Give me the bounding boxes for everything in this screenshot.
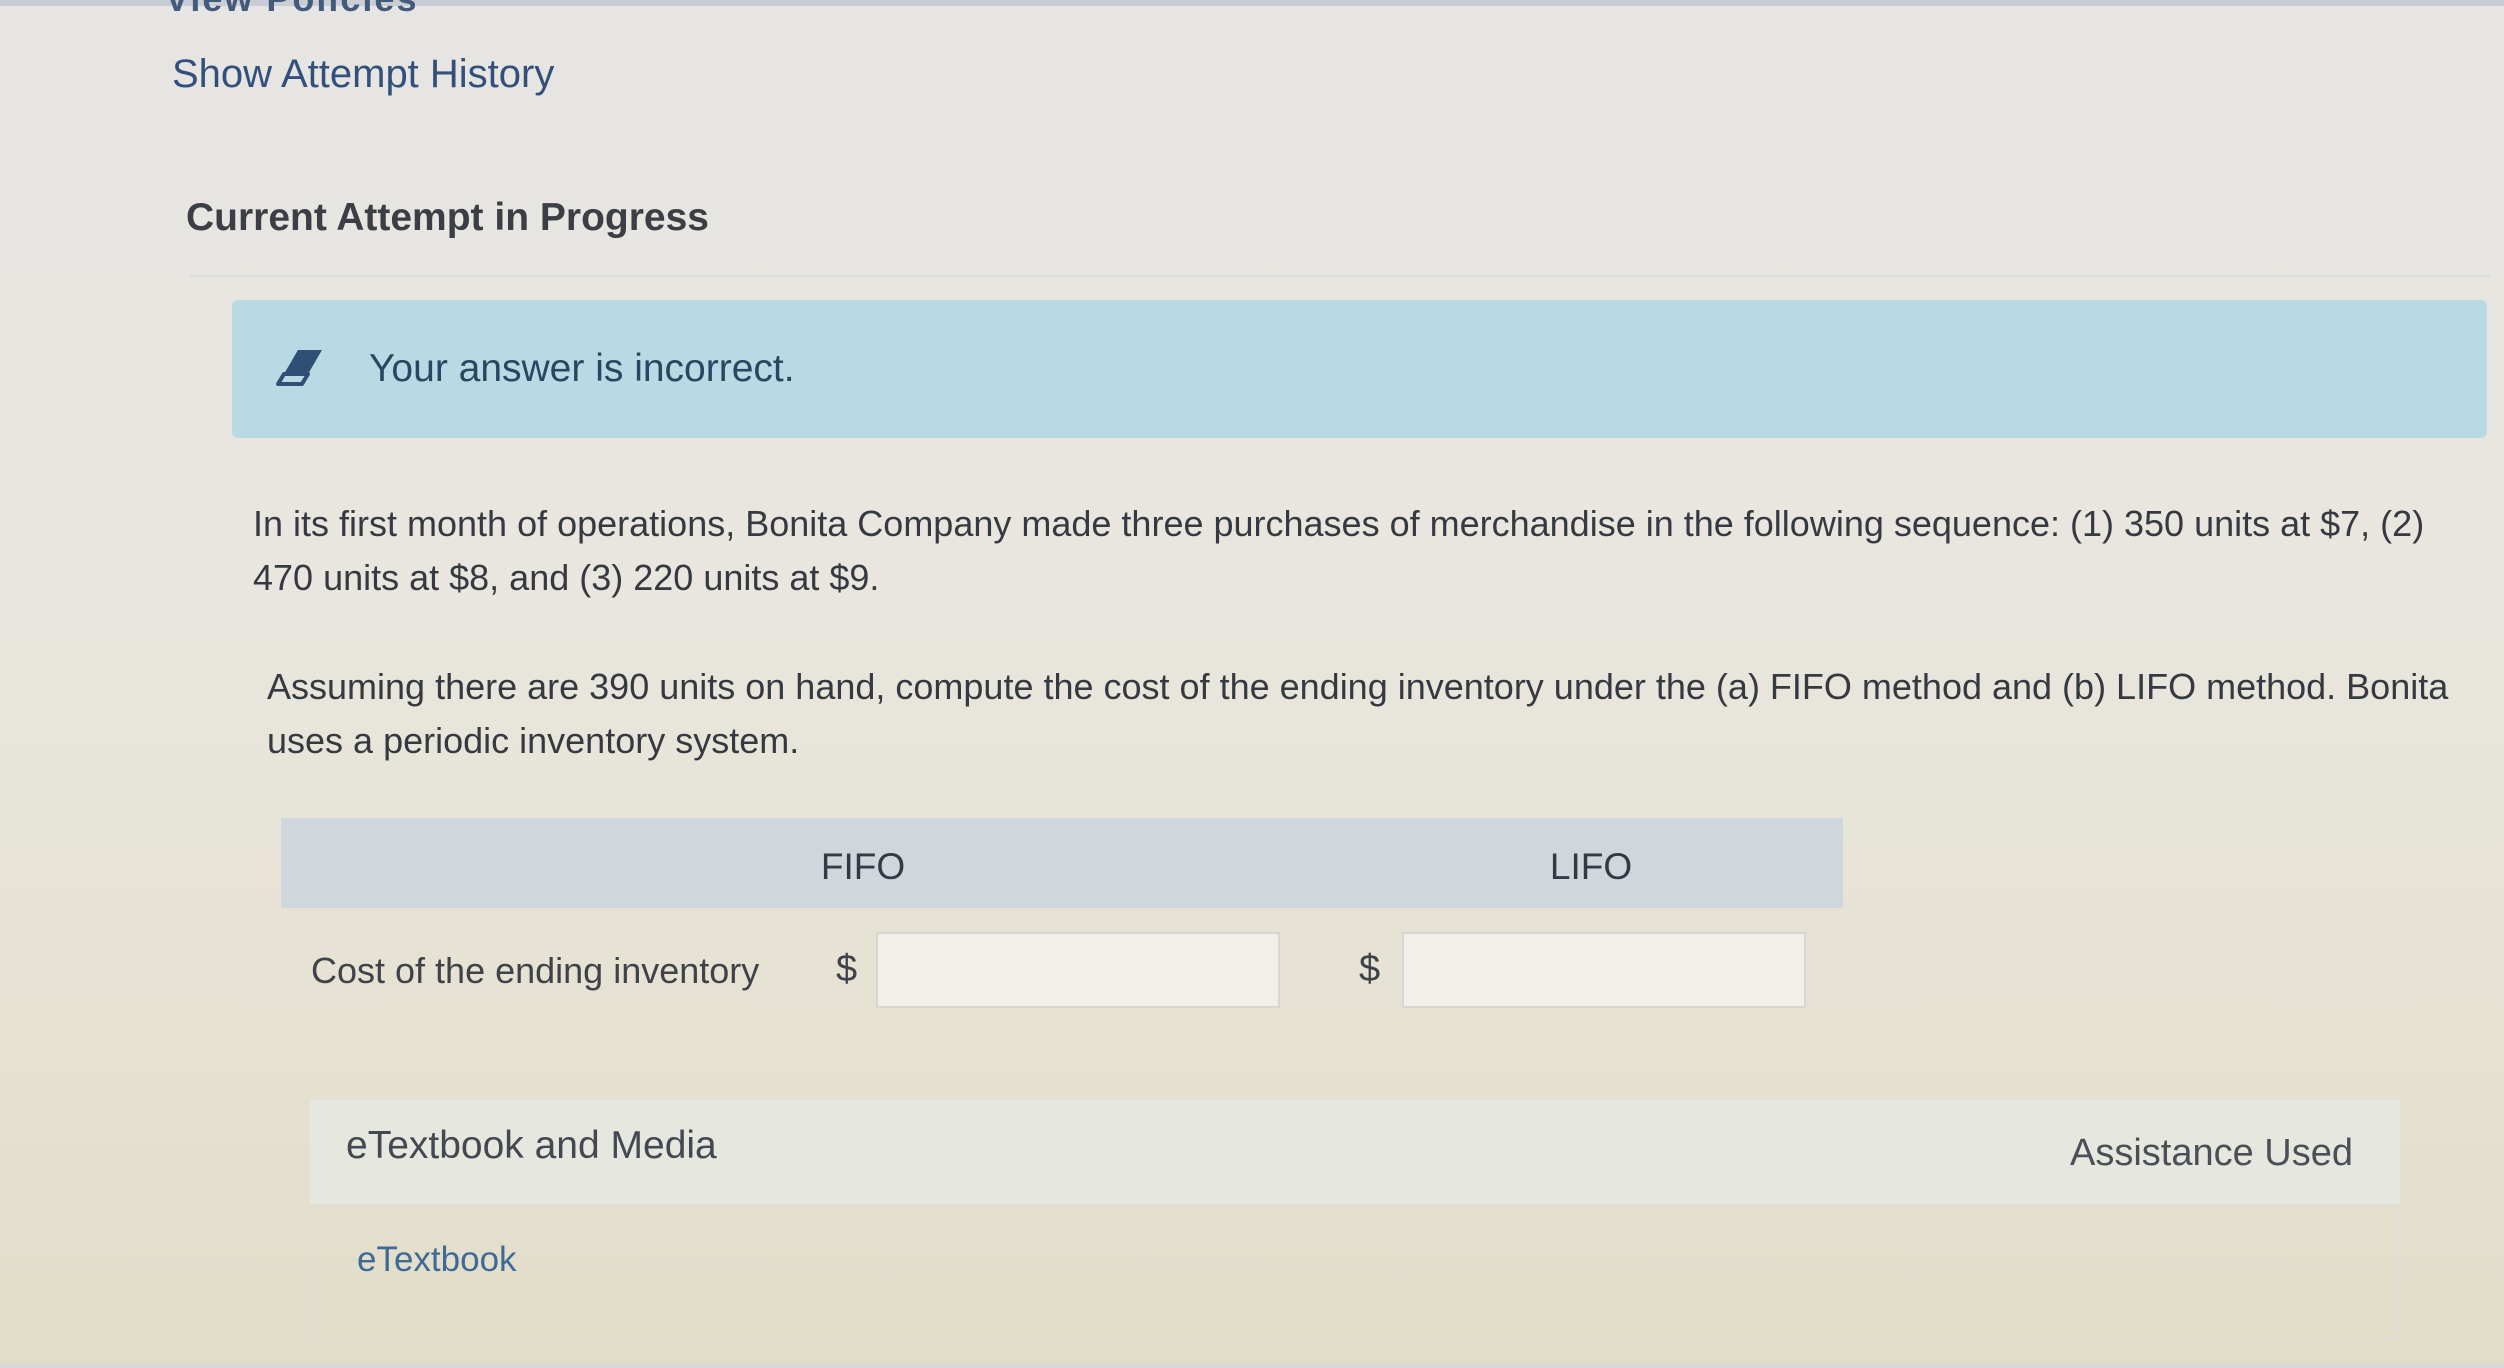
question-text: In its first month of operations, Bonita… xyxy=(253,497,2483,768)
ending-inventory-row-label: Cost of the ending inventory xyxy=(311,950,760,991)
fifo-ending-inventory-input[interactable] xyxy=(876,932,1280,1008)
fifo-column-header: FIFO xyxy=(820,846,906,887)
etextbook-link[interactable]: eTextbook xyxy=(357,1240,517,1280)
lifo-ending-inventory-input[interactable] xyxy=(1402,932,1806,1008)
eraser-icon xyxy=(276,350,322,386)
fifo-currency-symbol: $ xyxy=(836,948,858,990)
lifo-currency-symbol: $ xyxy=(1359,948,1381,990)
incorrect-answer-alert: Your answer is incorrect. xyxy=(232,300,2487,438)
etextbook-media-toggle[interactable]: eTextbook and Media xyxy=(346,1124,717,1168)
section-divider xyxy=(190,275,2490,277)
lifo-column-header: LIFO xyxy=(1549,846,1633,887)
section-title: Current Attempt in Progress xyxy=(186,196,709,239)
homework-page: View Policies Show Attempt History Curre… xyxy=(0,0,2504,1368)
bottom-divider xyxy=(0,1363,2504,1368)
assistance-used-label: Assistance Used xyxy=(2070,1132,2354,1174)
question-paragraph-2: Assuming there are 390 units on hand, co… xyxy=(267,666,2449,761)
view-policies-link[interactable]: View Policies xyxy=(165,0,418,20)
show-attempt-history-link[interactable]: Show Attempt History xyxy=(172,52,554,97)
alert-message: Your answer is incorrect. xyxy=(369,347,795,390)
question-paragraph-1: In its first month of operations, Bonita… xyxy=(253,503,2425,598)
